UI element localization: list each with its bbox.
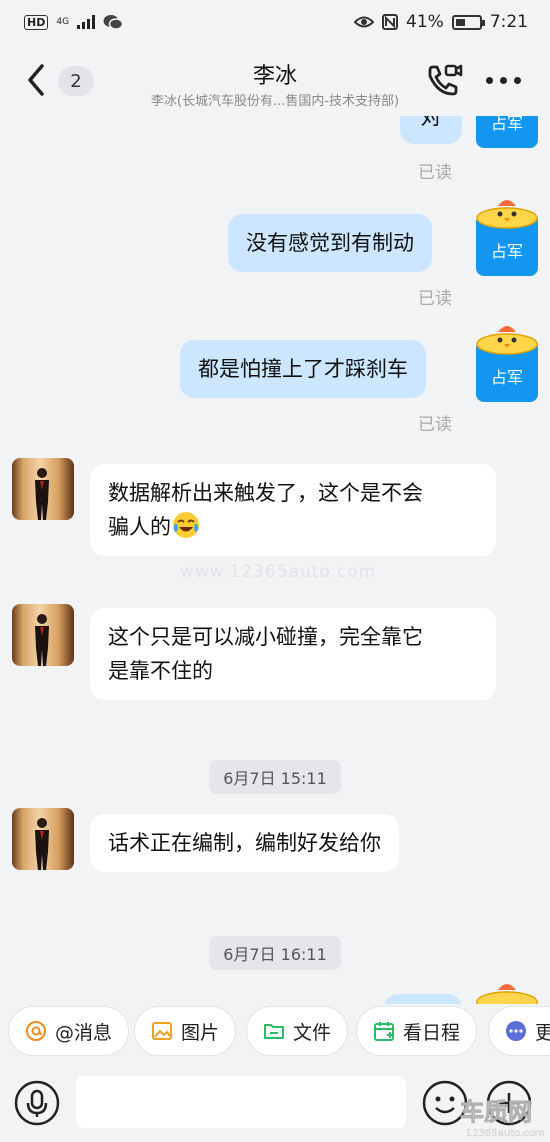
self-avatar[interactable]: 占军 xyxy=(476,326,538,402)
dot xyxy=(486,76,493,84)
chip-label: 更 xyxy=(535,1021,550,1044)
outgoing-message[interactable]: 对 xyxy=(400,116,462,144)
mention-chip[interactable]: @消息 xyxy=(8,1006,130,1056)
calendar-icon xyxy=(374,1022,394,1041)
folder-icon xyxy=(264,1024,284,1039)
schedule-chip[interactable]: 看日程 xyxy=(356,1006,478,1056)
quick-action-bar: @消息 图片 文件 看日程 更 xyxy=(0,1004,550,1058)
chat-title: 李冰 xyxy=(252,64,297,89)
read-receipt: 已读 xyxy=(418,289,452,309)
person-silhouette-icon xyxy=(35,818,49,870)
incoming-message[interactable]: 话术正在编制，编制好发给你 xyxy=(90,814,399,872)
message-text: 没有感觉到有制动 xyxy=(246,231,414,255)
status-left: HD 4G xyxy=(24,14,124,30)
battery-level xyxy=(455,18,465,26)
self-avatar-name: 占军 xyxy=(490,116,523,133)
contact-avatar[interactable] xyxy=(12,808,74,870)
chip-label: @消息 xyxy=(55,1021,113,1044)
incoming-message[interactable]: 数据解析出来触发了，这个是不会 骗人的 xyxy=(90,464,496,556)
more-chip[interactable]: 更 xyxy=(488,1006,550,1056)
outgoing-message[interactable]: 没有感觉到有制动 xyxy=(228,214,432,272)
read-receipt: 已读 xyxy=(418,415,452,435)
at-icon xyxy=(26,1021,46,1041)
eye-icon xyxy=(354,16,375,28)
site-logo-text: 车质网 xyxy=(460,1098,532,1126)
clock: 7:21 xyxy=(489,12,528,32)
site-logo-url: 12365auto.com xyxy=(466,1128,545,1139)
image-chip[interactable]: 图片 xyxy=(134,1006,237,1056)
message-text-line-2: 是靠不住的 xyxy=(108,659,213,683)
crown-icon xyxy=(476,200,538,229)
message-input[interactable] xyxy=(76,1076,406,1128)
signal-icon xyxy=(77,15,96,29)
watermark: www.12365auto.com xyxy=(180,562,377,582)
chip-label: 看日程 xyxy=(403,1021,461,1044)
more-menu-button[interactable] xyxy=(486,70,526,90)
contact-avatar[interactable] xyxy=(12,604,74,666)
chip-label: 文件 xyxy=(293,1021,332,1044)
hd-indicator: HD xyxy=(24,14,49,30)
crown-icon xyxy=(476,326,538,355)
read-receipt: 已读 xyxy=(418,163,452,183)
microphone-icon[interactable] xyxy=(14,1080,60,1126)
self-avatar[interactable]: 占军 xyxy=(476,116,538,148)
message-text-line-2: 骗人的 xyxy=(108,510,478,544)
timestamp-divider: 6月7日 15:11 xyxy=(209,760,341,794)
chip-label: 图片 xyxy=(181,1021,220,1044)
battery-percent: 41% xyxy=(406,12,444,32)
chat-header: 2 李冰 李冰(长城汽车股份有...售国内-技术支持部) xyxy=(0,44,550,116)
status-right: 41% 7:21 xyxy=(354,12,528,32)
chat-subtitle: 李冰(长城汽车股份有...售国内-技术支持部) xyxy=(150,94,400,109)
file-chip[interactable]: 文件 xyxy=(246,1006,349,1056)
phone-video-icon[interactable] xyxy=(424,62,464,102)
self-avatar[interactable]: 占军 xyxy=(476,200,538,276)
incoming-message[interactable]: 这个只是可以减小碰撞，完全靠它 是靠不住的 xyxy=(90,608,496,700)
person-silhouette-icon xyxy=(35,614,49,666)
contact-avatar[interactable] xyxy=(12,458,74,520)
person-silhouette-icon xyxy=(35,468,49,520)
timestamp-divider: 6月7日 16:11 xyxy=(209,936,341,970)
battery-icon xyxy=(451,14,485,30)
dot xyxy=(500,76,507,84)
message-list[interactable]: 对 占军 已读 没有感觉到有制动 占军 已读 都是怕撞上了才踩刹车 占军 已读 xyxy=(0,116,550,1006)
message-text: 都是怕撞上了才踩刹车 xyxy=(198,357,408,381)
nfc-icon xyxy=(382,14,399,30)
message-text-line: 数据解析出来触发了，这个是不会 xyxy=(108,481,423,505)
message-text: 话术正在编制，编制好发给你 xyxy=(108,831,381,855)
image-icon xyxy=(152,1022,172,1040)
status-bar: HD 4G 41% 7:21 xyxy=(0,0,550,44)
crown-icon xyxy=(476,984,538,1006)
laughing-crying-emoji-icon xyxy=(173,512,199,538)
wechat-icon xyxy=(103,15,124,30)
self-avatar-name: 占军 xyxy=(490,368,523,387)
dot xyxy=(514,76,521,84)
network-type: 4G xyxy=(56,16,70,27)
outgoing-message[interactable]: 都是怕撞上了才踩刹车 xyxy=(180,340,426,398)
message-text: 对 xyxy=(420,116,442,129)
self-avatar-name: 占军 xyxy=(490,242,523,261)
site-logo: 车质网 12365auto.com xyxy=(460,1098,545,1140)
more-circle-icon xyxy=(506,1021,526,1041)
message-text-line: 这个只是可以减小碰撞，完全靠它 xyxy=(108,625,423,649)
message-text: 骗人的 xyxy=(108,515,171,539)
